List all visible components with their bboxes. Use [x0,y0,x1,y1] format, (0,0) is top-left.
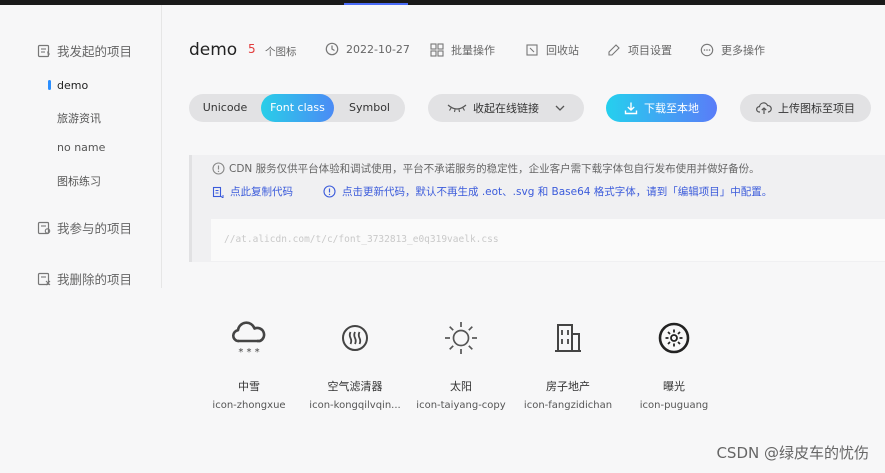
cloud-upload-icon [756,102,772,114]
settings-label: 项目设置 [628,44,672,57]
more-dots-icon [700,43,714,57]
update-code-label: 点击更新代码，默认不再生成 .eot、.svg 和 Base64 格式字体，请到… [342,186,773,198]
copy-code-link[interactable]: 点此复制代码 [212,184,293,199]
download-icon [624,102,638,115]
project-join-icon [37,221,51,234]
snow-cloud-icon: * * * [231,321,266,358]
trash-icon [526,44,538,56]
batch-label: 批量操作 [451,44,495,57]
icon-class: icon-puguang [639,400,709,411]
icon-class: icon-fangzidichan [523,400,613,411]
icon-card[interactable]: 房子地产 icon-fangzidichan [518,318,618,418]
icon-name: 空气滤清器 [327,380,383,393]
batch-button[interactable]: 批量操作 [430,42,495,58]
clock-icon [325,42,339,56]
icon-class: icon-taiyang-copy [416,400,506,411]
icon-card[interactable]: 空气滤清器 icon-kongqilvqin... [305,318,405,418]
download-button[interactable]: 下载至本地 [606,94,717,122]
sidebar-item-icon-practice[interactable]: 图标练习 [57,173,101,189]
copy-code-label: 点此复制代码 [230,186,293,198]
copy-doc-icon [212,186,224,198]
settings-button[interactable]: 项目设置 [607,42,672,58]
tab-font-class[interactable]: Font class [261,94,334,122]
air-filter-icon [342,325,368,351]
upload-button[interactable]: 上传图标至项目 [740,94,871,122]
info-circle-icon [323,185,336,198]
exposure-icon [658,322,690,354]
icon-count: 5 [248,42,256,56]
building-icon [555,324,581,352]
created-date: 2022-10-27 [325,42,410,56]
icon-name: 中雪 [238,380,260,393]
tab-symbol[interactable]: Symbol [334,94,405,122]
batch-grid-icon [430,43,444,57]
cdn-notice: CDN 服务仅供平台体验和调试使用，平台不承诺服务的稳定性，企业客户需下载字体包… [212,161,760,176]
icon-name: 房子地产 [546,380,590,393]
sun-icon [445,322,477,354]
trash-button[interactable]: 回收站 [525,42,579,58]
eye-closed-icon [447,104,467,113]
sidebar-group-owned[interactable]: 我发起的项目 [37,41,132,60]
download-label: 下载至本地 [644,102,699,115]
more-button[interactable]: 更多操作 [700,42,765,58]
chevron-down-icon [555,105,565,111]
format-tabs: Unicode Font class Symbol [189,94,405,122]
sidebar-group-label: 我参与的项目 [57,221,133,236]
icon-class: icon-zhongxue [212,400,286,411]
sidebar: 我发起的项目 demo 旅游资讯 no name 图标练习 我参与的项目 我删除… [0,5,162,288]
project-doc-icon [37,44,50,57]
css-link-code[interactable]: //at.alicdn.com/t/c/font_3732813_e0q319v… [224,234,499,245]
tab-unicode[interactable]: Unicode [189,94,261,122]
icon-name: 曝光 [663,380,685,393]
sidebar-group-deleted[interactable]: 我删除的项目 [37,269,132,288]
collapse-link-button[interactable]: 收起在线链接 [428,94,584,122]
sidebar-group-label: 我删除的项目 [57,272,133,287]
info-circle-icon [212,162,225,175]
svg-text:* * *: * * * [238,347,259,358]
icon-card[interactable]: 太阳 icon-taiyang-copy [411,318,511,418]
collapse-link-label: 收起在线链接 [473,102,539,115]
date-text: 2022-10-27 [346,42,410,56]
edit-tag-icon [608,44,620,56]
project-deleted-icon [37,272,51,285]
cdn-notice-panel: CDN 服务仅供平台体验和调试使用，平台不承诺服务的稳定性，企业客户需下载字体包… [189,155,885,262]
watermark: CSDN @绿皮车的忧伤 [716,444,869,462]
active-project-marker [48,80,51,90]
more-label: 更多操作 [721,44,765,57]
sidebar-item-travel[interactable]: 旅游资讯 [57,110,101,126]
icon-count-label: 个图标 [265,46,297,58]
update-code-link[interactable]: 点击更新代码，默认不再生成 .eot、.svg 和 Base64 格式字体，请到… [323,184,772,199]
css-link-code-box[interactable]: //at.alicdn.com/t/c/font_3732813_e0q319v… [211,219,885,261]
cdn-notice-text: CDN 服务仅供平台体验和调试使用，平台不承诺服务的稳定性，企业客户需下载字体包… [229,163,760,175]
sidebar-group-label: 我发起的项目 [57,44,133,59]
icon-card[interactable]: 曝光 icon-puguang [624,318,724,418]
icon-card[interactable]: * * * 中雪 icon-zhongxue [199,318,299,418]
top-nav-active-indicator [344,3,408,5]
sidebar-item-demo[interactable]: demo [57,79,88,92]
page-title: demo [189,40,238,60]
trash-label: 回收站 [546,44,579,57]
icon-name: 太阳 [450,380,472,393]
upload-label: 上传图标至项目 [778,102,855,115]
sidebar-item-no-name[interactable]: no name [57,141,105,154]
icon-class: icon-kongqilvqin... [309,400,401,411]
sidebar-group-joined[interactable]: 我参与的项目 [37,218,132,237]
